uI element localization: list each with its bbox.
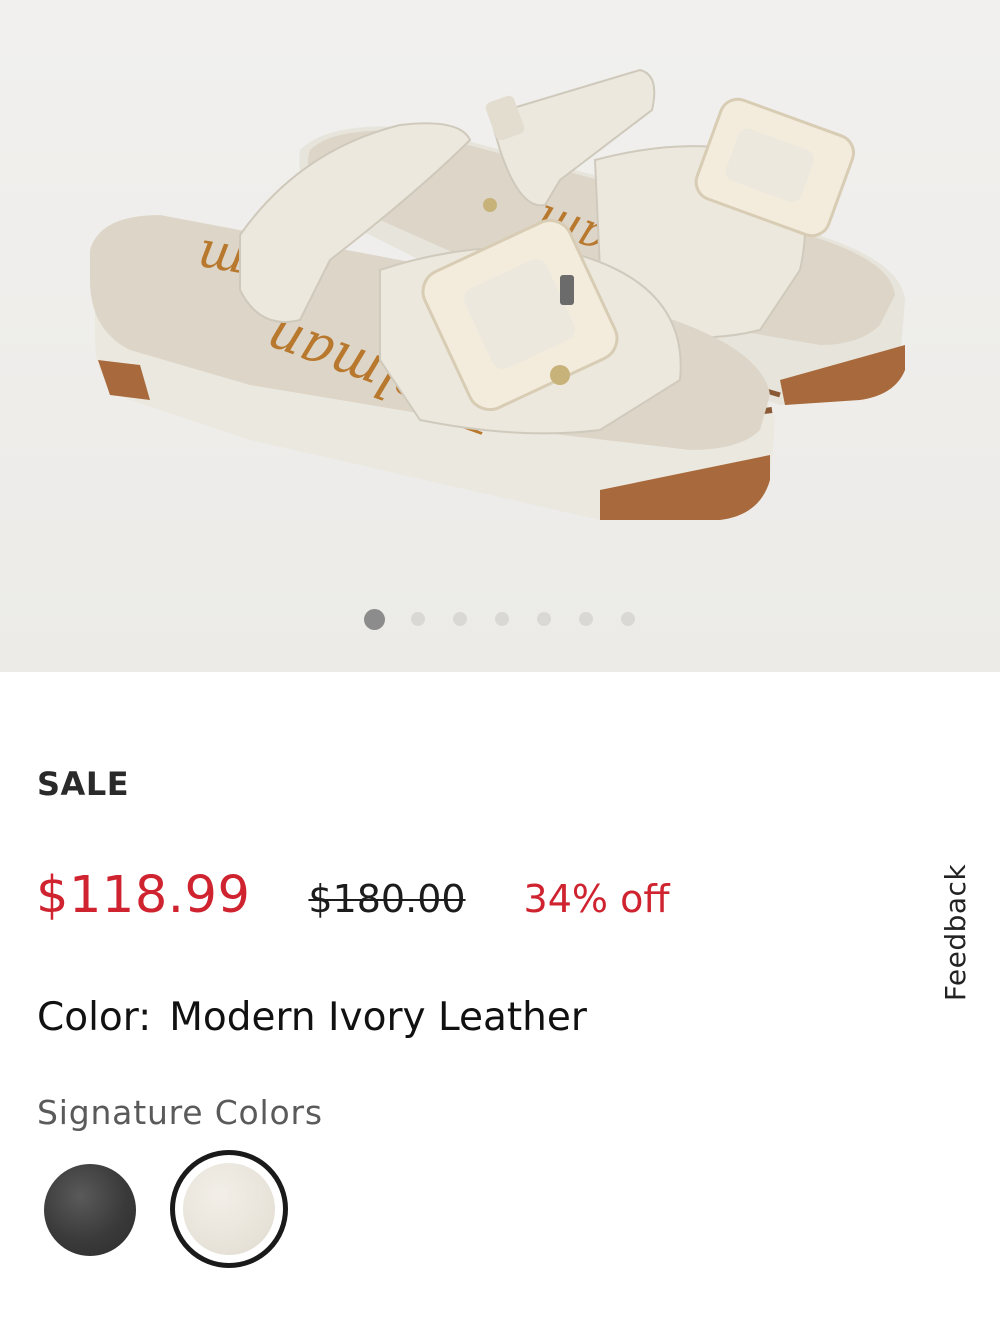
sale-price: $118.99 <box>36 866 251 925</box>
carousel-dot-3[interactable] <box>452 612 467 626</box>
swatch-ivory-fill <box>183 1163 275 1255</box>
carousel-dot-4[interactable] <box>494 612 509 626</box>
feedback-label: Feedback <box>939 863 973 1001</box>
carousel-dot-1[interactable] <box>363 608 385 630</box>
original-price: $180.00 <box>308 877 466 921</box>
selected-color: Color: Modern Ivory Leather <box>37 995 587 1040</box>
feedback-tab[interactable]: Feedback <box>930 857 982 1007</box>
carousel-dot-6[interactable] <box>578 612 593 626</box>
carousel-dot-5[interactable] <box>536 612 551 626</box>
sale-label: SALE <box>37 765 130 803</box>
swatch-black-leather[interactable] <box>44 1164 136 1256</box>
discount-percent: 34% off <box>523 877 670 921</box>
sandal-product-image: Sam Sam Edelman <box>90 68 905 520</box>
color-value: Modern Ivory Leather <box>169 995 587 1040</box>
carousel-dot-7[interactable] <box>620 612 635 626</box>
product-detail-page: Sam Sam Edelman <box>0 0 1000 1333</box>
carousel-pagination <box>0 607 1000 631</box>
product-image-carousel[interactable]: Sam Sam Edelman <box>0 0 1000 672</box>
swatch-modern-ivory-leather[interactable] <box>170 1150 288 1268</box>
price-row: $118.99 $180.00 34% off <box>36 866 670 925</box>
signature-colors-label: Signature Colors <box>37 1093 323 1132</box>
carousel-dot-2[interactable] <box>410 612 425 626</box>
color-label: Color: <box>37 995 152 1040</box>
